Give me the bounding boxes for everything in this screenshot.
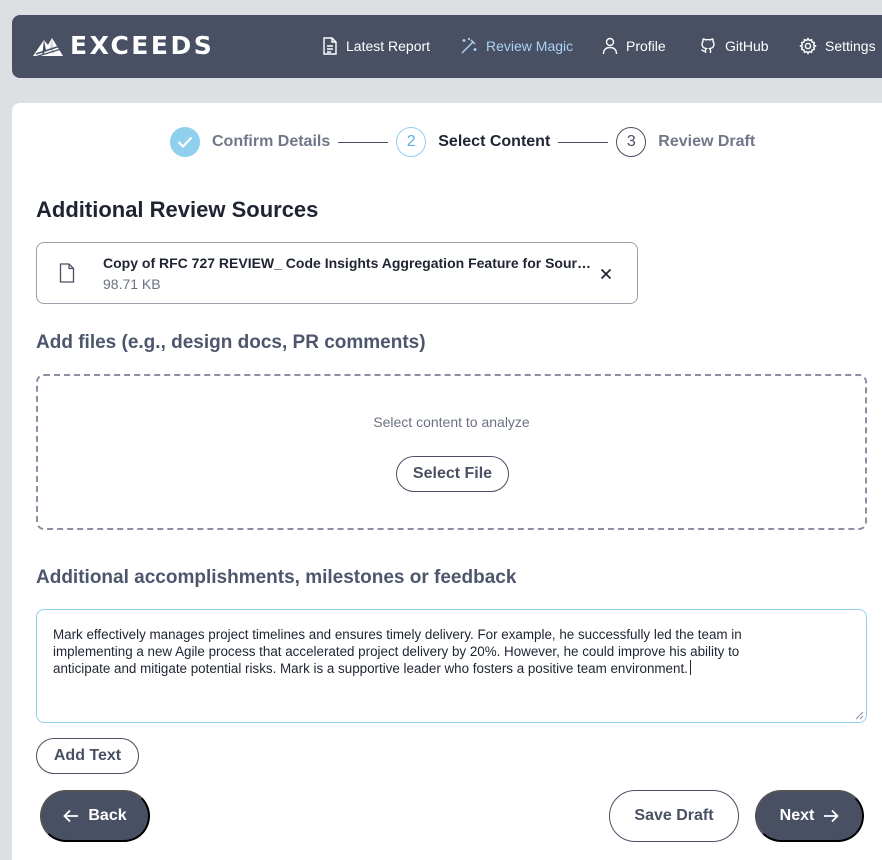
step-2-label: Select Content [438,133,551,150]
resize-handle-icon[interactable] [855,711,864,720]
file-name: Copy of RFC 727 REVIEW_ Code Insights Ag… [103,255,593,271]
github-icon [701,38,715,53]
text-caret [689,660,691,675]
step-1-label: Confirm Details [212,133,331,150]
nav-latest-report[interactable]: Latest Report [322,37,430,55]
magic-wand-icon [461,38,477,54]
nav-label: Settings [825,38,876,54]
progress-stepper: Confirm Details 2 Select Content 3 Revie… [170,127,755,157]
back-label: Back [88,807,127,824]
arrow-right-icon [824,809,840,823]
next-label: Next [779,807,815,824]
nav-label: Review Magic [486,38,574,54]
top-navbar: EXCEEDS Latest Report Review Magic Profi… [12,15,882,78]
step-connector [338,141,389,143]
nav-profile[interactable]: Profile [602,37,666,55]
nav-label: Latest Report [346,38,431,54]
next-button[interactable]: Next [755,790,864,842]
nav-settings[interactable]: Settings [799,37,876,55]
nav-label: Profile [626,38,666,54]
step-1-check-icon [170,127,200,157]
nav-review-magic[interactable]: Review Magic [460,37,573,55]
add-text-button[interactable]: Add Text [36,738,139,774]
remove-file-close-icon[interactable] [598,266,614,282]
user-icon [602,37,618,55]
gear-icon [799,37,817,55]
nav-github[interactable]: GitHub [699,37,769,55]
add-files-title: Add files (e.g., design docs, PR comment… [36,332,426,353]
brand-logo[interactable]: EXCEEDS [32,31,214,60]
dropzone-prompt: Select content to analyze [373,414,530,430]
file-size: 98.71 KB [103,276,161,292]
file-dropzone[interactable]: Select content to analyze Select File [36,374,867,530]
select-file-button[interactable]: Select File [396,456,509,492]
mountain-logo-icon [33,37,63,58]
nav-label: GitHub [725,38,769,54]
document-icon [323,37,337,55]
sources-title: Additional Review Sources [36,197,319,222]
feedback-text: Mark effectively manages project timelin… [53,627,742,676]
step-3-number: 3 [616,127,647,157]
file-icon [59,263,75,283]
brand-name: EXCEEDS [70,31,215,60]
step-2-number: 2 [396,127,427,157]
step-connector [558,141,609,143]
arrow-left-icon [63,809,79,823]
feedback-title: Additional accomplishments, milestones o… [36,567,517,588]
uploaded-file-card: Copy of RFC 727 REVIEW_ Code Insights Ag… [36,242,638,304]
step-3-label: Review Draft [658,133,756,150]
feedback-textarea[interactable]: Mark effectively manages project timelin… [36,609,867,723]
back-button[interactable]: Back [40,790,150,842]
save-draft-button[interactable]: Save Draft [609,790,739,842]
